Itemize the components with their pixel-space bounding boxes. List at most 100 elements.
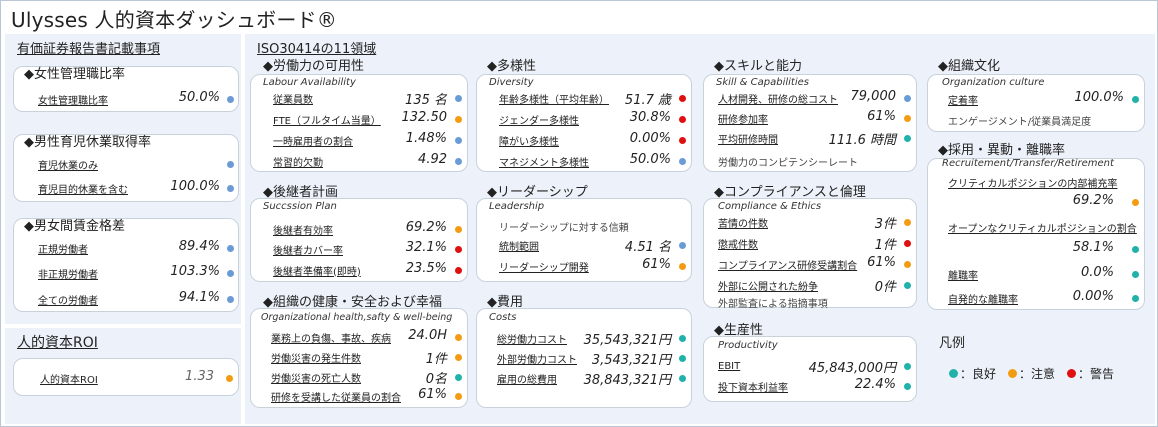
card-subtitle: Labour Availability [263, 77, 356, 88]
metric-row[interactable]: 研修を受講した従業員の割合 [271, 387, 401, 405]
metric-row[interactable]: 従業員数 [273, 89, 313, 107]
metric-label[interactable]: 研修を受講した従業員の割合 [271, 389, 401, 404]
metric-label[interactable]: 外部に公開された紛争 [718, 278, 818, 293]
metric-row[interactable]: 常習的欠勤 [273, 152, 323, 170]
metric-label[interactable]: 後継者準備率(即時) [273, 263, 361, 278]
status-indicator [679, 375, 686, 382]
metric-row[interactable]: 定着率 [948, 90, 978, 108]
metric-label[interactable]: 後継者有効率 [273, 222, 333, 237]
metric-label[interactable]: 研修参加率 [718, 111, 768, 126]
metric-value: 3,543,321円 [591, 353, 671, 368]
metric-label[interactable]: コンプライアンス研修受講割合 [718, 257, 857, 272]
metric-label[interactable]: 自発的な離職率 [948, 291, 1018, 306]
metric-row[interactable]: 離職率 [948, 265, 978, 283]
metric-label[interactable]: クリティカルポジションの内部補充率 [948, 175, 1117, 190]
metric-row[interactable]: 育児目的休業を含む [38, 179, 128, 197]
metric-label[interactable]: 育児目的休業を含む [38, 181, 128, 196]
metric-row[interactable]: 研修参加率 [718, 109, 768, 127]
metric-row[interactable]: 労働災害の発生件数 [271, 348, 361, 366]
metric-row[interactable]: 後継者準備率(即時) [273, 261, 361, 279]
metric-label[interactable]: 総労働力コスト [497, 331, 567, 346]
metric-label[interactable]: オープンなクリティカルポジションの割合 [948, 220, 1137, 235]
metric-label[interactable]: 女性管理職比率 [38, 92, 108, 107]
metric-label[interactable]: ジェンダー多様性 [499, 112, 579, 127]
metric-row[interactable]: 人的資本ROI [40, 369, 98, 387]
metric-row[interactable]: コンプライアンス研修受講割合 [718, 255, 857, 273]
metric-label[interactable]: マネジメント多様性 [499, 154, 589, 169]
metric-row[interactable]: FTE（フルタイム当量） [273, 110, 381, 128]
status-indicator [679, 137, 686, 144]
metric-row[interactable]: マネジメント多様性 [499, 152, 589, 170]
metric-label[interactable]: FTE（フルタイム当量） [273, 112, 381, 127]
metric-label[interactable]: EBIT [718, 361, 740, 372]
metric-label[interactable]: 常習的欠勤 [273, 154, 323, 169]
metric-label[interactable]: 外部労働力コスト [497, 351, 577, 366]
metric-row[interactable]: 正規労働者 [38, 239, 88, 257]
metric-row[interactable]: 投下資本利益率 [718, 377, 788, 395]
metric-row[interactable]: 人材開発、研修の総コスト [718, 89, 838, 107]
metric-row[interactable]: 外部労働力コスト [497, 349, 577, 367]
metric-label[interactable]: 平均研修時間 [718, 131, 778, 146]
metric-label[interactable]: 障がい多様性 [499, 133, 559, 148]
metric-label[interactable]: 正規労働者 [38, 241, 88, 256]
metric-label[interactable]: 育児休業のみ [38, 157, 98, 172]
metric-label[interactable]: 一時雇用者の割合 [273, 133, 353, 148]
metric-label[interactable]: 全ての労働者 [38, 292, 98, 307]
metric-row[interactable]: 後継者カバー率 [273, 240, 343, 258]
metric-label[interactable]: 人的資本ROI [40, 371, 98, 386]
metric-row[interactable]: 一時雇用者の割合 [273, 131, 353, 149]
metric-row[interactable]: 非正規労働者 [38, 264, 98, 282]
legend-good-label: ：良好 [960, 367, 997, 381]
metric-row[interactable]: 苦情の件数 [718, 213, 768, 231]
metric-row[interactable]: 総労働力コスト [497, 329, 567, 347]
metric-label[interactable]: 統制範囲 [499, 238, 539, 253]
legend: ：良好 ：注意 ：警告 [949, 365, 1114, 382]
iso30414-panel: ISO30414の11領域 ◆労働力の可用性 Labour Availabili… [245, 34, 1155, 424]
metric-value: 3件 [874, 217, 896, 232]
metric-label[interactable]: 苦情の件数 [718, 215, 768, 230]
metric-row[interactable]: クリティカルポジションの内部補充率 [948, 173, 1117, 191]
metric-label[interactable]: リーダーシップ開発 [499, 259, 589, 274]
metric-row[interactable]: 外部に公開された紛争 [718, 276, 818, 294]
metric-row[interactable]: ジェンダー多様性 [499, 110, 579, 128]
metric-label[interactable]: 年齢多様性（平均年齢） [499, 91, 609, 106]
metric-label[interactable]: 定着率 [948, 92, 978, 107]
metric-row[interactable]: 業務上の負傷、事故、疾病 [271, 328, 391, 346]
metric-row[interactable]: 年齢多様性（平均年齢） [499, 89, 609, 107]
metric-row[interactable]: 平均研修時間 [718, 129, 778, 147]
status-indicator [455, 137, 462, 144]
status-indicator [455, 354, 462, 361]
metric-label[interactable]: 非正規労働者 [38, 266, 98, 281]
metric-value: 69.2% [405, 220, 447, 235]
metric-label[interactable]: 従業員数 [273, 91, 313, 106]
metric-value: 94.1% [178, 290, 220, 305]
metric-label[interactable]: 労働災害の発生件数 [271, 350, 361, 365]
card-title: ◆女性管理職比率 [24, 67, 125, 82]
metric-label[interactable]: 離職率 [948, 267, 978, 282]
metric-row[interactable]: 雇用の総費用 [497, 369, 557, 387]
metric-row[interactable]: 障がい多様性 [499, 131, 559, 149]
metric-label[interactable]: 投下資本利益率 [718, 379, 788, 394]
metric-row[interactable]: 女性管理職比率 [38, 90, 108, 108]
metric-label[interactable]: 後継者カバー率 [273, 242, 343, 257]
metric-row[interactable]: リーダーシップ開発 [499, 257, 589, 275]
metric-label[interactable]: 雇用の総費用 [497, 371, 557, 386]
metric-row[interactable]: 育児休業のみ [38, 155, 98, 173]
metric-row[interactable]: 後継者有効率 [273, 220, 333, 238]
status-indicator [679, 95, 686, 102]
metric-label[interactable]: 人材開発、研修の総コスト [718, 91, 838, 106]
status-indicator [904, 261, 911, 268]
status-indicator [904, 135, 911, 142]
metric-row[interactable]: オープンなクリティカルポジションの割合 [948, 218, 1137, 236]
metric-label[interactable]: 労働災害の死亡人数 [271, 370, 361, 385]
status-indicator [227, 161, 234, 168]
metric-row[interactable]: 統制範囲 [499, 236, 539, 254]
metric-row[interactable]: 労働災害の死亡人数 [271, 368, 361, 386]
metric-row[interactable]: EBIT [718, 357, 740, 375]
metric-row[interactable]: 全ての労働者 [38, 290, 98, 308]
metric-value: 69.2% [1072, 193, 1114, 208]
metric-label[interactable]: 懲戒件数 [718, 236, 758, 251]
metric-row[interactable]: 自発的な離職率 [948, 289, 1018, 307]
metric-label[interactable]: 業務上の負傷、事故、疾病 [271, 330, 391, 345]
metric-row[interactable]: 懲戒件数 [718, 234, 758, 252]
